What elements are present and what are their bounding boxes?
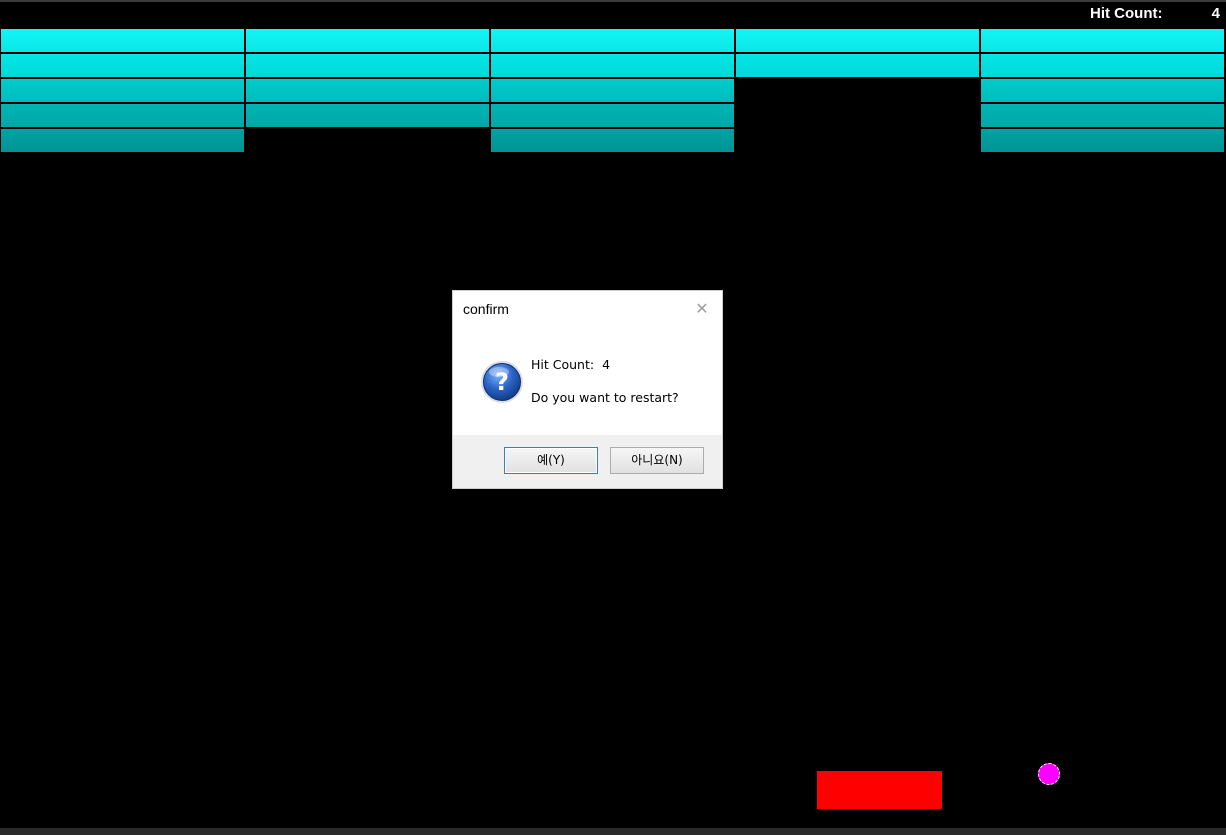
dialog-title: confirm [463, 301, 509, 317]
dialog-hit-count-label: Hit Count: [531, 357, 595, 372]
brick [1, 79, 244, 102]
brick [981, 104, 1224, 127]
brick [981, 54, 1224, 77]
brick [981, 29, 1224, 52]
brick [491, 29, 734, 52]
brick [981, 79, 1224, 102]
dialog-message-line-2: Do you want to restart? [531, 390, 679, 405]
hit-count-display: Hit Count: 4 [1090, 5, 1220, 23]
brick [736, 54, 979, 77]
brick [1, 129, 244, 152]
brick [491, 54, 734, 77]
no-button[interactable]: 아니요(N) [610, 447, 704, 474]
dialog-footer: 예(Y) 아니요(N) [453, 435, 722, 488]
brick [246, 104, 489, 127]
confirm-dialog: confirm ✕ ? Hit Count: 4 Do you want to … [453, 291, 722, 488]
yes-button[interactable]: 예(Y) [504, 447, 598, 474]
brick [246, 54, 489, 77]
paddle[interactable] [817, 771, 942, 809]
game-canvas[interactable]: Hit Count: 4 confirm ✕ ? Hit Count: 4 Do… [0, 0, 1226, 835]
brick [491, 129, 734, 152]
brick [1, 104, 244, 127]
dialog-hit-count-value: 4 [602, 357, 611, 372]
ball [1038, 763, 1060, 785]
brick [736, 29, 979, 52]
brick [491, 79, 734, 102]
question-icon: ? [479, 359, 525, 405]
brick [246, 29, 489, 52]
brick-field [0, 29, 1226, 154]
game-border-top [0, 0, 1226, 2]
game-border-bottom [0, 828, 1226, 835]
brick [246, 79, 489, 102]
dialog-message-line-1: Hit Count: 4 [531, 357, 610, 372]
hit-count-value: 4 [1211, 5, 1220, 22]
brick [981, 129, 1224, 152]
brick [1, 54, 244, 77]
brick [1, 29, 244, 52]
hit-count-label: Hit Count: [1090, 5, 1163, 22]
brick [491, 104, 734, 127]
close-icon[interactable]: ✕ [694, 301, 710, 319]
svg-text:?: ? [495, 368, 509, 396]
